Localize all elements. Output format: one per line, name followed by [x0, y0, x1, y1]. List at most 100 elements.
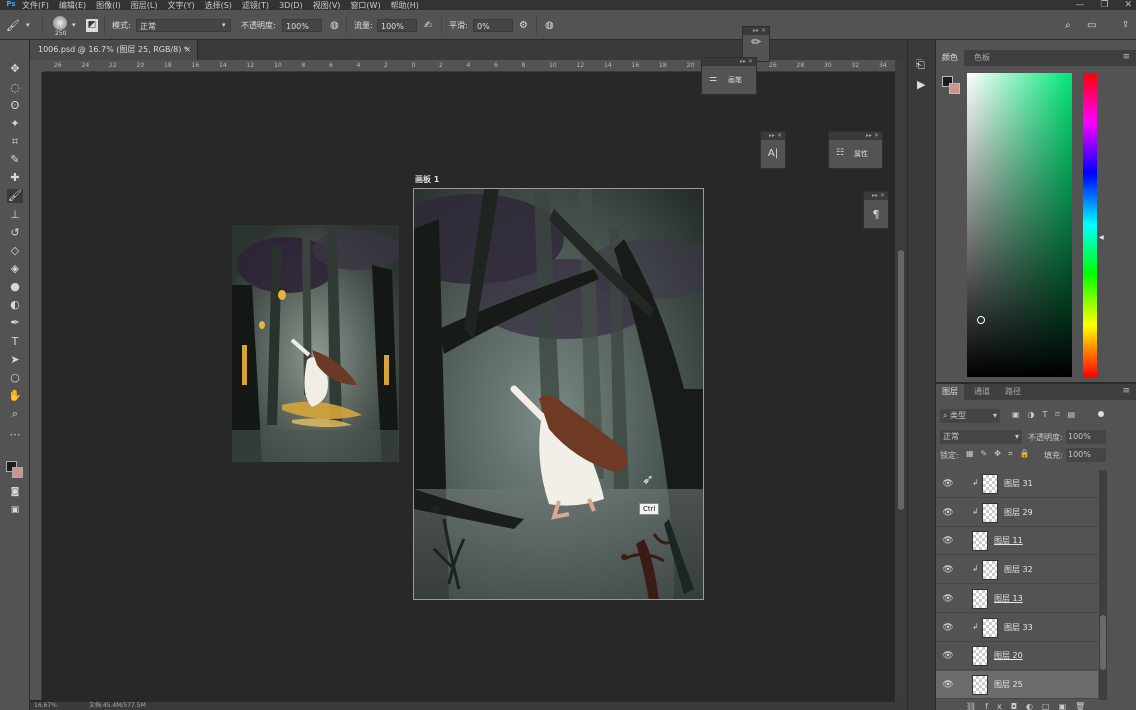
layer-filter-select[interactable]: ⌕ 类型 ▾ — [940, 409, 1000, 423]
layer-thumbnail[interactable] — [982, 617, 998, 638]
menu-3d[interactable]: 3D(D) — [279, 1, 303, 10]
history-brush-tool-icon[interactable]: ↺ — [7, 226, 23, 240]
brush-panel-icon[interactable]: ✏ — [743, 35, 769, 49]
lock-options-icons[interactable]: ▦✎✥⌗🔒 — [966, 449, 1036, 459]
hand-tool-icon[interactable]: ✋ — [7, 389, 23, 403]
menu-image[interactable]: 图像(I) — [96, 0, 121, 11]
mode-chevron-icon[interactable]: ▾ — [222, 19, 226, 32]
layer-name[interactable]: 图层 29 — [1004, 507, 1033, 518]
menu-select[interactable]: 选择(S) — [205, 0, 232, 11]
layer-bottom-actions[interactable]: ⛓fx◘◐▢▣🗑 — [966, 702, 1094, 710]
visibility-eye-icon[interactable]: 👁 — [942, 507, 954, 519]
fill-field[interactable]: 100% — [1066, 448, 1106, 462]
document-tab[interactable]: 1006.psd @ 16.7% (图层 25, RGB/8) * × — [30, 40, 198, 60]
menu-layer[interactable]: 图层(L) — [131, 0, 158, 11]
dodge-tool-icon[interactable]: ◐ — [7, 298, 23, 312]
menu-edit[interactable]: 编辑(E) — [59, 0, 86, 11]
search-icon[interactable]: ⌕ — [1065, 19, 1071, 32]
layer-row[interactable]: 👁 ↲ 图层 29 — [936, 499, 1098, 527]
ruler-origin[interactable] — [30, 60, 44, 72]
layer-row[interactable]: 👁 图层 25 — [936, 670, 1098, 699]
layer-row[interactable]: 👁 图层 13 — [936, 585, 1098, 613]
share-icon[interactable]: ⇪ — [1122, 19, 1130, 32]
visibility-eye-icon[interactable]: 👁 — [942, 679, 954, 691]
layer-thumbnail[interactable] — [982, 502, 998, 523]
minimize-button[interactable]: — — [1075, 0, 1084, 10]
visibility-eye-icon[interactable]: 👁 — [942, 535, 954, 547]
tab-swatches[interactable]: 色板 — [968, 50, 996, 66]
layer-name[interactable]: 图层 31 — [1004, 478, 1033, 489]
brush-preset-chevron-icon[interactable]: ▾ — [72, 19, 76, 32]
layer-thumbnail[interactable] — [982, 560, 998, 581]
brush-settings-icon[interactable]: ◩ — [86, 19, 98, 32]
background-color-swatch[interactable] — [12, 467, 23, 478]
layer-filter-icons[interactable]: ▣◑T⌑▤ — [1012, 410, 1083, 419]
layer-thumbnail[interactable] — [982, 474, 998, 494]
menu-view[interactable]: 视图(V) — [313, 0, 341, 11]
healing-brush-tool-icon[interactable]: ✚ — [7, 171, 23, 185]
brush-tool-icon[interactable]: 🖌 — [6, 19, 20, 32]
layer-row[interactable]: 👁 ↲ 图层 31 — [936, 470, 1098, 498]
reference-artwork[interactable] — [232, 225, 399, 462]
layer-row[interactable]: 👁 图层 11 — [936, 527, 1098, 556]
layer-name[interactable]: 图层 13 — [994, 593, 1023, 604]
menu-file[interactable]: 文件(F) — [22, 0, 49, 11]
vertical-ruler[interactable] — [30, 72, 42, 700]
flow-field[interactable]: 100% — [377, 19, 417, 32]
layers-scrollbar[interactable] — [1099, 470, 1107, 700]
layer-thumbnail[interactable] — [972, 531, 988, 552]
layer-thumbnail[interactable] — [972, 674, 988, 695]
menu-window[interactable]: 窗口(W) — [350, 0, 380, 11]
layer-opacity-field[interactable]: 100% — [1066, 430, 1106, 444]
layer-name[interactable]: 图层 33 — [1004, 622, 1033, 633]
layer-name[interactable]: 图层 20 — [994, 650, 1023, 661]
close-button[interactable]: ✕ — [1124, 0, 1132, 10]
marquee-tool-icon[interactable]: ◌ — [7, 81, 23, 95]
filter-toggle-icon[interactable] — [1098, 411, 1104, 417]
more-tools-icon[interactable]: ⋯ — [7, 428, 23, 442]
tab-close-icon[interactable]: × — [184, 40, 191, 60]
gear-icon[interactable]: ⚙ — [519, 19, 528, 32]
pressure-size-icon[interactable]: ◍ — [545, 19, 554, 32]
zoom-tool-icon[interactable]: ⌕ — [7, 407, 23, 421]
paint-bucket-tool-icon[interactable]: ◈ — [7, 262, 23, 276]
hue-slider-marker-icon[interactable]: ◀ — [1099, 234, 1104, 241]
layer-name[interactable]: 图层 25 — [994, 679, 1023, 690]
panel-menu-icon[interactable]: ≡ — [1122, 52, 1130, 62]
layer-row[interactable]: 👁 图层 20 — [936, 642, 1098, 671]
actions-play-icon[interactable]: ▶ — [917, 78, 925, 91]
restore-button[interactable]: ❐ — [1100, 0, 1108, 10]
screen-mode-icon[interactable]: ▣ — [7, 503, 23, 517]
tab-channels[interactable]: 通道 — [968, 384, 996, 400]
clone-stamp-tool-icon[interactable]: ⊥ — [7, 208, 23, 222]
visibility-eye-icon[interactable]: 👁 — [942, 478, 954, 490]
chevron-down-icon[interactable]: ▾ — [26, 19, 30, 32]
lasso-tool-icon[interactable]: ʘ — [7, 99, 23, 113]
layer-row[interactable]: 👁 ↲ 图层 32 — [936, 556, 1098, 585]
artboard-label[interactable]: 画板 1 — [415, 174, 439, 185]
layers-scrollbar-thumb[interactable] — [1100, 615, 1106, 670]
paragraph-panel-icon[interactable]: ¶ — [864, 208, 888, 221]
tab-layers[interactable]: 图层 — [936, 384, 964, 400]
artboard-1[interactable] — [413, 188, 704, 600]
visibility-eye-icon[interactable]: 👁 — [942, 564, 954, 576]
background-color-swatch[interactable] — [949, 83, 960, 94]
airbrush-icon[interactable]: ✍ — [424, 19, 432, 32]
properties-panel-button[interactable]: ☷ 属性 — [829, 140, 882, 168]
workspace-icon[interactable]: ▭ — [1087, 19, 1096, 32]
layer-name[interactable]: 图层 11 — [994, 535, 1023, 546]
saturation-value-field[interactable] — [967, 73, 1072, 377]
visibility-eye-icon[interactable]: 👁 — [942, 650, 954, 662]
visibility-eye-icon[interactable]: 👁 — [942, 622, 954, 634]
opacity-field[interactable]: 100% — [282, 19, 322, 32]
crop-tool-icon[interactable]: ⌗ — [7, 135, 23, 149]
move-tool-icon[interactable]: ✥ — [7, 62, 23, 76]
brush-panel-button[interactable]: ⚌ 画笔 — [702, 66, 756, 94]
pen-tool-icon[interactable]: ✒ — [7, 316, 23, 330]
menu-help[interactable]: 帮助(H) — [391, 0, 419, 11]
tab-paths[interactable]: 路径 — [999, 384, 1027, 400]
pressure-opacity-icon[interactable]: ◍ — [330, 19, 339, 32]
mode-select[interactable]: 正常 — [136, 19, 231, 32]
brush-preset-icon[interactable] — [53, 16, 67, 30]
menu-type[interactable]: 文字(Y) — [167, 0, 194, 11]
